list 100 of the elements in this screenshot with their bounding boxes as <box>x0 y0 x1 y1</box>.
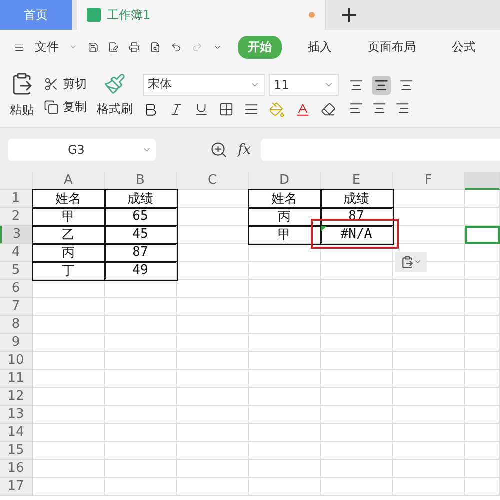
document-pen-icon[interactable] <box>108 40 120 54</box>
row-header[interactable]: 14 <box>0 424 33 442</box>
table-cell <box>33 316 105 334</box>
table-cell <box>177 352 249 370</box>
align-right-icon[interactable] <box>395 100 410 116</box>
ribbon-tab[interactable]: 开始 <box>238 36 282 58</box>
table-cell <box>321 262 393 280</box>
table-cell <box>465 406 500 424</box>
column-header[interactable]: B <box>105 172 177 190</box>
table-cell <box>177 316 249 334</box>
font-size-field[interactable]: 11 <box>269 74 339 96</box>
table-cell: 丙 <box>33 244 105 262</box>
table-cell <box>393 370 465 388</box>
row-header[interactable]: 7 <box>0 298 33 316</box>
table-cell <box>105 298 177 316</box>
align-left-icon[interactable] <box>349 100 364 116</box>
table-cell <box>393 388 465 406</box>
row-header[interactable]: 6 <box>0 280 33 298</box>
table-cell <box>33 352 105 370</box>
ribbon-tab[interactable]: 插入 <box>298 36 342 58</box>
table-cell <box>33 370 105 388</box>
row-header[interactable]: 17 <box>0 478 33 496</box>
format-painter-button[interactable]: 格式刷 <box>97 101 133 118</box>
table-cell <box>393 208 465 226</box>
row-header[interactable]: 3 <box>0 226 33 244</box>
row-header[interactable]: 2 <box>0 208 33 226</box>
table-cell <box>249 478 321 496</box>
table-cell <box>33 424 105 442</box>
table-cell <box>33 460 105 478</box>
table-cell <box>393 442 465 460</box>
eraser-icon[interactable] <box>321 102 336 117</box>
document-tab[interactable]: 首页 <box>0 0 72 30</box>
row-header[interactable]: 12 <box>0 388 33 406</box>
copy-button[interactable]: 复制 <box>63 98 87 116</box>
table-cell <box>393 280 465 298</box>
table-cell: 65 <box>105 208 177 226</box>
column-header[interactable]: C <box>177 172 249 190</box>
table-cell <box>249 316 321 334</box>
row-header[interactable]: 8 <box>0 316 33 334</box>
table-cell: 姓名 <box>33 190 105 208</box>
table-cell <box>249 334 321 352</box>
table-cell <box>177 388 249 406</box>
align-center-icon[interactable] <box>372 100 387 116</box>
font-name-field[interactable]: 宋体 <box>143 74 265 96</box>
file-menu[interactable]: 文件 <box>34 38 59 56</box>
column-header[interactable]: F <box>393 172 465 190</box>
printer-icon[interactable] <box>129 40 140 54</box>
ribbon-tab[interactable]: 公式 <box>442 36 486 58</box>
table-cell <box>105 442 177 460</box>
table-cell <box>177 406 249 424</box>
table-cell <box>321 316 393 334</box>
table-cell <box>393 190 465 208</box>
row-header[interactable]: 11 <box>0 370 33 388</box>
column-header[interactable]: D <box>249 172 321 190</box>
table-cell: 甲 <box>33 208 105 226</box>
new-tab-button[interactable]: + <box>326 0 372 30</box>
row-header[interactable]: 16 <box>0 460 33 478</box>
row-header[interactable]: 9 <box>0 334 33 352</box>
table-cell <box>321 334 393 352</box>
cell-reference-field[interactable]: G3 <box>8 139 156 161</box>
table-cell <box>321 442 393 460</box>
function-button[interactable]: fx <box>238 142 252 158</box>
column-header[interactable] <box>465 172 500 190</box>
table-cell <box>465 280 500 298</box>
print-preview-icon[interactable] <box>150 40 161 54</box>
font-color-icon[interactable] <box>295 102 311 118</box>
tab-label: 工作簿1 <box>107 6 151 24</box>
paste-options-button[interactable] <box>395 252 427 272</box>
fill-color-icon[interactable] <box>269 102 285 118</box>
row-header[interactable]: 10 <box>0 352 33 370</box>
paintbrush-icon[interactable] <box>104 73 126 95</box>
table-cell <box>177 370 249 388</box>
table-cell <box>321 388 393 406</box>
table-cell <box>393 334 465 352</box>
table-cell <box>393 406 465 424</box>
table-cell <box>321 460 393 478</box>
column-header[interactable]: A <box>33 172 105 190</box>
align-middle-icon[interactable] <box>372 76 391 94</box>
table-cell <box>33 388 105 406</box>
underline-icon[interactable] <box>194 102 209 117</box>
paste-button[interactable]: 粘贴 <box>10 102 34 119</box>
table-cell <box>105 334 177 352</box>
document-tab[interactable]: 工作簿1 <box>76 0 326 30</box>
copy-icon[interactable] <box>44 100 59 114</box>
zoom-icon[interactable] <box>210 141 228 159</box>
row-header[interactable]: 1 <box>0 190 33 208</box>
row-header[interactable]: 4 <box>0 244 33 262</box>
row-header[interactable]: 15 <box>0 442 33 460</box>
table-cell: 甲 <box>249 226 321 244</box>
table-cell <box>321 424 393 442</box>
scissors-icon[interactable] <box>44 76 59 92</box>
borders-icon[interactable] <box>219 102 234 117</box>
row-header[interactable]: 5 <box>0 262 33 280</box>
cut-button[interactable]: 剪切 <box>63 76 87 92</box>
row-header[interactable]: 13 <box>0 406 33 424</box>
table-cell <box>249 370 321 388</box>
italic-icon[interactable] <box>169 102 184 117</box>
ribbon-tab[interactable]: 页面布局 <box>358 36 426 58</box>
table-cell <box>321 298 393 316</box>
column-header[interactable]: E <box>321 172 393 190</box>
